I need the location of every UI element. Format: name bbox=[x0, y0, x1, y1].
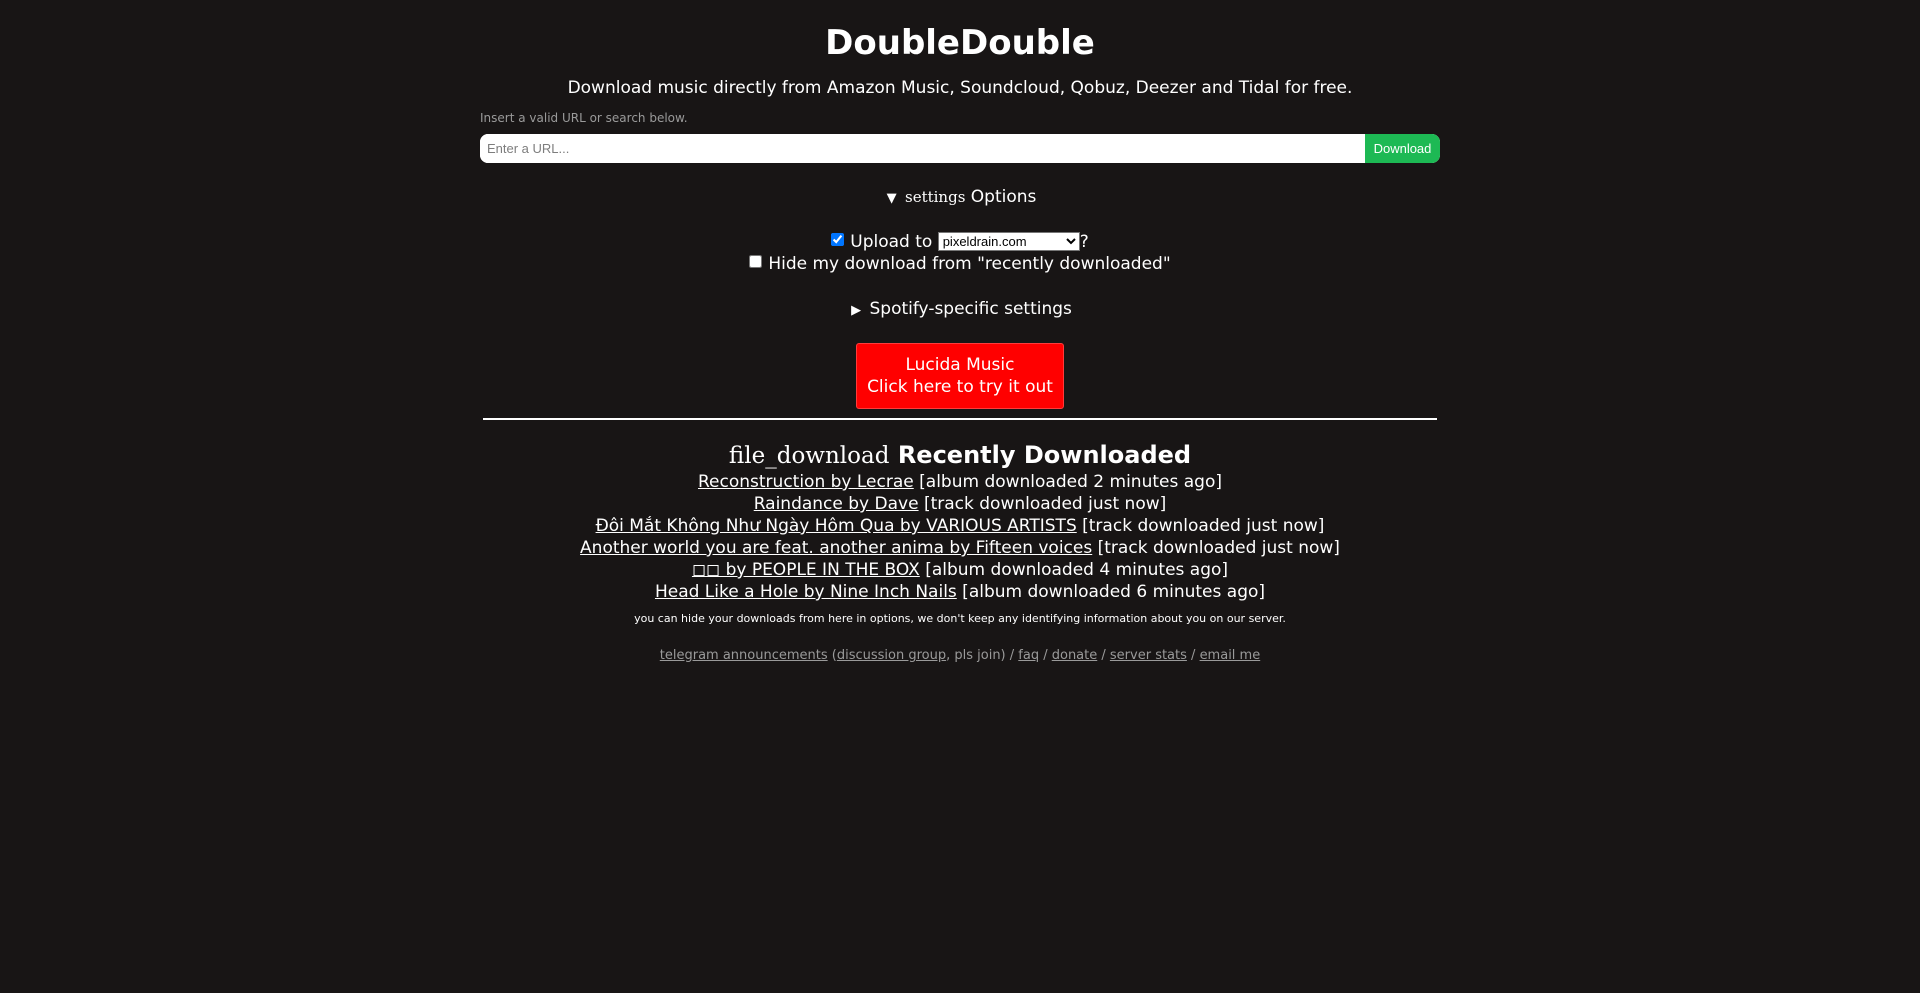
promo-title: Lucida Music bbox=[905, 355, 1015, 375]
list-item: ◻◻ by PEOPLE IN THE BOX [album downloade… bbox=[480, 559, 1440, 581]
download-info: [album downloaded 2 minutes ago] bbox=[913, 472, 1222, 492]
url-form: Download bbox=[480, 134, 1440, 163]
download-info: [track downloaded just now] bbox=[918, 494, 1167, 514]
recent-heading: file_download Recently Downloaded bbox=[480, 440, 1440, 471]
hide-download-checkbox[interactable] bbox=[749, 255, 763, 268]
upload-question-mark: ? bbox=[1079, 232, 1089, 252]
hide-option: Hide my download from "recently download… bbox=[480, 253, 1440, 275]
email-link[interactable]: email me bbox=[1200, 648, 1261, 663]
list-item: Head Like a Hole by Nine Inch Nails [alb… bbox=[480, 581, 1440, 603]
download-link[interactable]: Head Like a Hole by Nine Inch Nails bbox=[655, 582, 957, 602]
download-link[interactable]: Another world you are feat. another anim… bbox=[580, 538, 1092, 558]
download-link[interactable]: Đôi Mắt Không Như Ngày Hôm Qua by VARIOU… bbox=[596, 516, 1077, 536]
list-item: Raindance by Dave [track downloaded just… bbox=[480, 493, 1440, 515]
url-input[interactable] bbox=[480, 134, 1365, 163]
list-item: Another world you are feat. another anim… bbox=[480, 537, 1440, 559]
upload-checkbox[interactable] bbox=[831, 233, 845, 246]
options-label: Options bbox=[970, 187, 1037, 207]
server-stats-link[interactable]: server stats bbox=[1110, 648, 1187, 663]
promo-subtitle: Click here to try it out bbox=[867, 377, 1053, 397]
telegram-link[interactable]: telegram announcements bbox=[660, 648, 828, 663]
download-link[interactable]: Raindance by Dave bbox=[754, 494, 919, 514]
privacy-note: you can hide your downloads from here in… bbox=[634, 612, 1286, 625]
upload-label: Upload to bbox=[850, 232, 933, 252]
upload-option: Upload to pixeldrain.com ? bbox=[480, 231, 1440, 253]
lucida-promo-button[interactable]: Lucida Music Click here to try it out bbox=[856, 343, 1064, 409]
footer-pls-join: , pls join) / bbox=[946, 648, 1019, 663]
faq-link[interactable]: faq bbox=[1018, 648, 1039, 663]
recent-list: Reconstruction by Lecrae [album download… bbox=[480, 471, 1440, 603]
spotify-settings-toggle[interactable]: ▶ Spotify-specific settings bbox=[480, 297, 1440, 323]
footer-separator: / bbox=[1186, 648, 1200, 663]
footer-links: telegram announcements (discussion group… bbox=[480, 648, 1440, 664]
download-info: [track downloaded just now] bbox=[1092, 538, 1340, 558]
divider bbox=[483, 418, 1437, 420]
tagline: Download music directly from Amazon Musi… bbox=[567, 78, 1353, 98]
options-toggle[interactable]: ▼ settings Options bbox=[480, 185, 1440, 211]
footer-separator: / bbox=[1039, 648, 1052, 663]
recent-title: Recently Downloaded bbox=[897, 441, 1192, 469]
file-download-icon: file_download bbox=[728, 443, 890, 469]
list-item: Reconstruction by Lecrae [album download… bbox=[480, 471, 1440, 493]
download-info: [album downloaded 6 minutes ago] bbox=[956, 582, 1266, 602]
settings-icon: settings bbox=[905, 188, 966, 206]
triangle-right-icon: ▶ bbox=[851, 303, 862, 318]
footer-separator: / bbox=[1097, 648, 1110, 663]
discussion-group-link[interactable]: discussion group bbox=[837, 648, 946, 663]
download-link[interactable]: ◻◻ by PEOPLE IN THE BOX bbox=[692, 560, 920, 580]
list-item: Đôi Mắt Không Như Ngày Hôm Qua by VARIOU… bbox=[480, 515, 1440, 537]
download-info: [track downloaded just now] bbox=[1076, 516, 1325, 536]
download-link[interactable]: Reconstruction by Lecrae bbox=[698, 472, 914, 492]
triangle-down-icon: ▼ bbox=[886, 191, 897, 206]
page-title: DoubleDouble bbox=[825, 23, 1095, 63]
spotify-settings-label: Spotify-specific settings bbox=[869, 299, 1072, 319]
donate-link[interactable]: donate bbox=[1052, 648, 1098, 663]
download-button[interactable]: Download bbox=[1365, 134, 1440, 163]
hide-download-label: Hide my download from "recently download… bbox=[768, 254, 1171, 274]
url-hint: Insert a valid URL or search below. bbox=[480, 111, 688, 125]
page-container: DoubleDouble Download music directly fro… bbox=[480, 0, 1440, 664]
upload-host-select[interactable]: pixeldrain.com bbox=[937, 232, 1080, 251]
download-info: [album downloaded 4 minutes ago] bbox=[919, 560, 1229, 580]
footer-paren: ( bbox=[827, 648, 837, 663]
